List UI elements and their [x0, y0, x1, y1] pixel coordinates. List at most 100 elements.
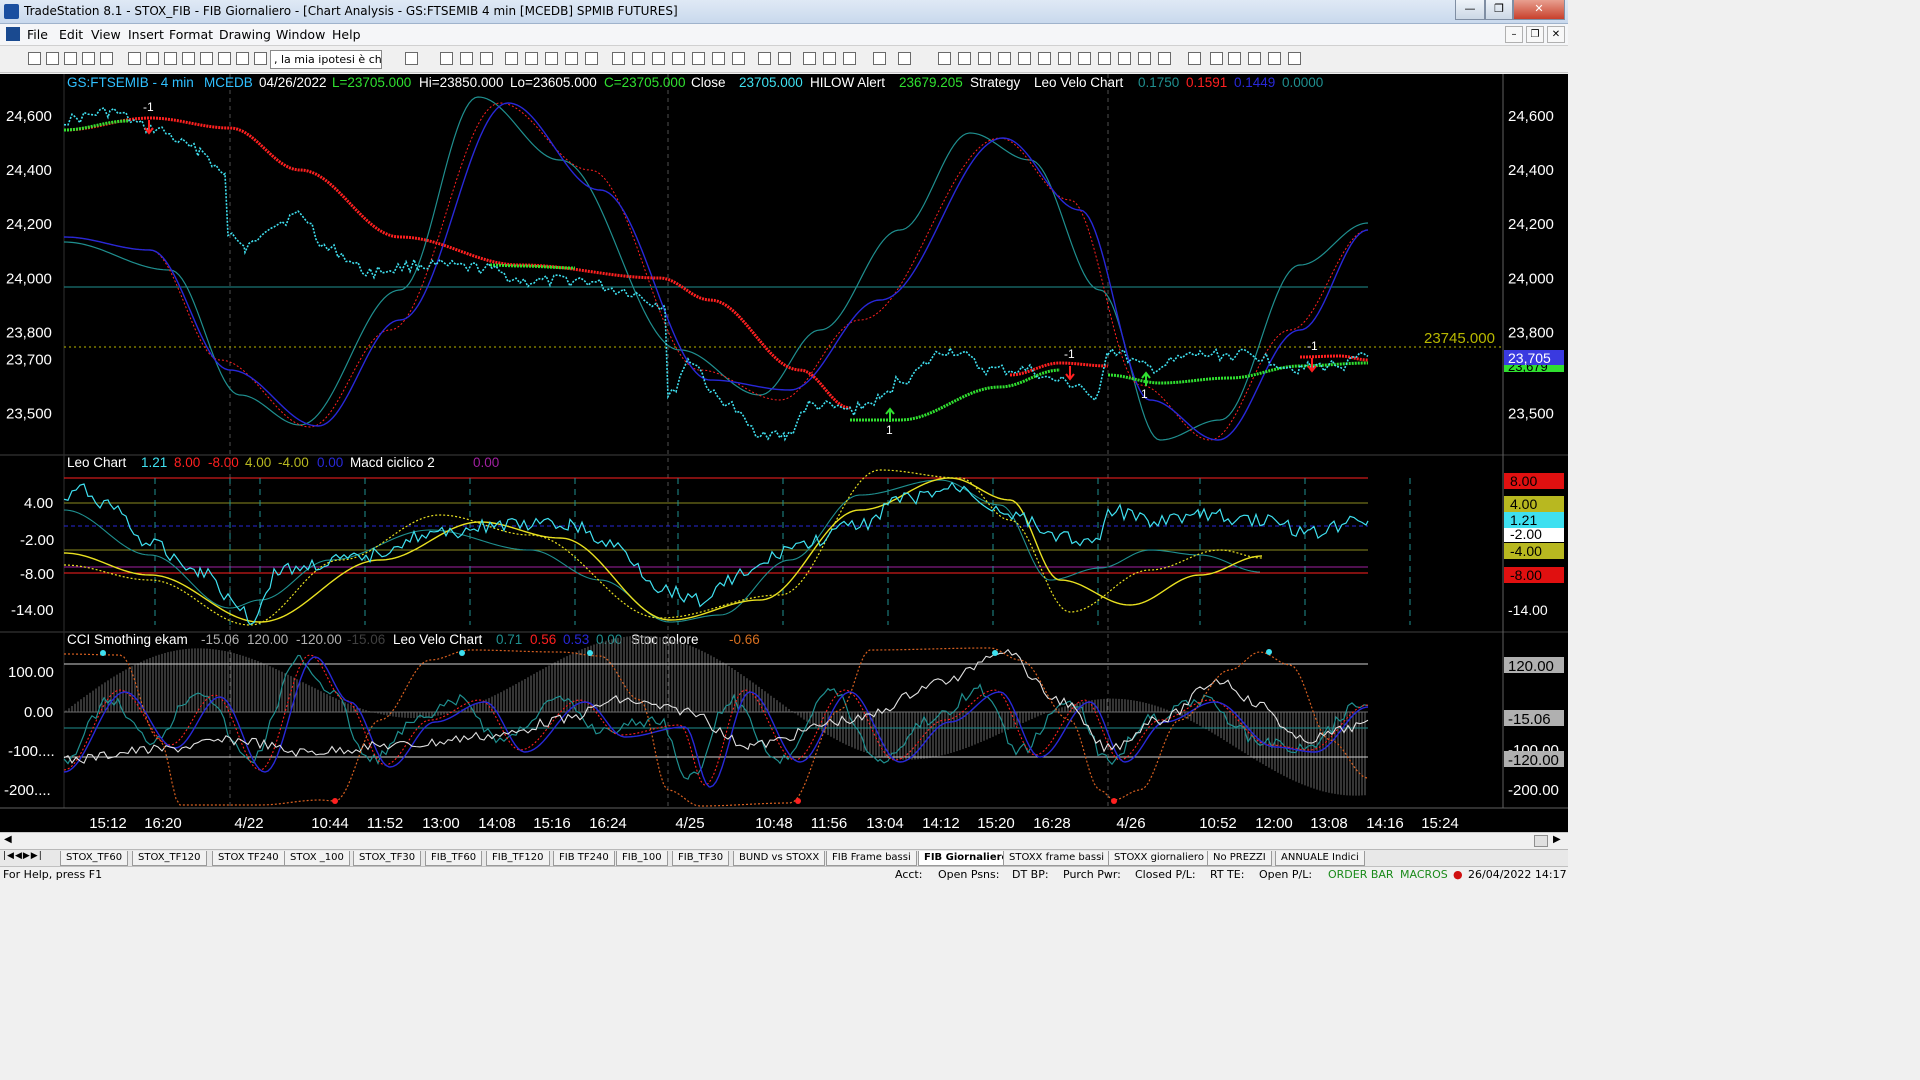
toolbar-tool-icon[interactable]	[632, 52, 645, 65]
toolbar-tool-icon[interactable]	[480, 52, 493, 65]
toolbar-tool-icon[interactable]	[1098, 52, 1111, 65]
toolbar-tool-icon[interactable]	[712, 52, 725, 65]
toolbar-tool-icon[interactable]	[612, 52, 625, 65]
toolbar-tool-icon[interactable]	[525, 52, 538, 65]
toolbar-tool-icon[interactable]	[505, 52, 518, 65]
menu-window[interactable]: Window	[276, 27, 325, 42]
header-hilow-label: HILOW Alert	[810, 75, 885, 90]
workspace-tab[interactable]: STOX_TF120	[132, 851, 207, 866]
maximize-button[interactable]: ❐	[1485, 0, 1513, 20]
toolbar-tool-icon[interactable]	[843, 52, 856, 65]
toolbar-tool-icon[interactable]	[958, 52, 971, 65]
mdi-close-button[interactable]: ✕	[1547, 26, 1565, 43]
chart-analysis-window[interactable]: GS:FTSEMIB - 4 min MCEDB 04/26/2022 L=23…	[0, 74, 1568, 834]
menu-file[interactable]: File	[27, 27, 48, 42]
toolbar-tool-icon[interactable]	[440, 52, 453, 65]
menu-format[interactable]: Format	[169, 27, 213, 42]
menu-view[interactable]: View	[91, 27, 121, 42]
workspace-tab[interactable]: FIB_TF30	[672, 851, 730, 866]
toolbar-tool-icon[interactable]	[545, 52, 558, 65]
chart-horizontal-scrollbar[interactable]: ◀ ▶	[0, 832, 1568, 849]
scroll-left-icon[interactable]: ◀	[4, 834, 12, 845]
workspace-tab[interactable]: FIB_TF60	[425, 851, 483, 866]
workspace-combo[interactable]: , la mia ipotesi è ch	[270, 50, 382, 69]
toolbar-tool-icon[interactable]	[1248, 52, 1261, 65]
toolbar-tool-icon[interactable]	[1038, 52, 1051, 65]
toolbar-tool-icon[interactable]	[732, 52, 745, 65]
toolbar-tool-icon[interactable]	[100, 52, 113, 65]
price-axis[interactable]: 24,600 24,600 24,400 24,400 24,200 24,200 24,0…	[6, 108, 1554, 423]
tab-nav-icons[interactable]: |◀◀▶▶|	[3, 851, 43, 861]
close-button[interactable]: ✕	[1513, 0, 1565, 20]
workspace-tab[interactable]: STOX_TF30	[353, 851, 422, 866]
time-axis[interactable]: 15:12 16:20 4/22 10:44 11:52 13:00 14:08 15:16 1…	[89, 815, 1459, 832]
workspace-tab[interactable]: FIB_TF120	[486, 851, 550, 866]
toolbar-tool-icon[interactable]	[405, 52, 418, 65]
toolbar-tool-icon[interactable]	[1138, 52, 1151, 65]
order-bar-button[interactable]: ORDER BAR	[1328, 868, 1394, 881]
toolbar-tool-icon[interactable]	[46, 52, 59, 65]
workspace-tab[interactable]: No PREZZI	[1207, 851, 1272, 866]
cci-axis-left: 100.00	[8, 664, 54, 681]
toolbar-tool-icon[interactable]	[164, 52, 177, 65]
menu-help[interactable]: Help	[332, 27, 361, 42]
workspace-tab[interactable]: STOXX giornaliero	[1108, 851, 1210, 866]
workspace-tab[interactable]: FIB Frame bassi	[826, 851, 917, 866]
toolbar-tool-icon[interactable]	[28, 52, 41, 65]
toolbar-tool-icon[interactable]	[1118, 52, 1131, 65]
toolbar-tool-icon[interactable]	[200, 52, 213, 65]
toolbar-tool-icon[interactable]	[1188, 52, 1201, 65]
mdi-chart-icon[interactable]	[6, 27, 20, 41]
toolbar-tool-icon[interactable]	[460, 52, 473, 65]
scroll-right-icon[interactable]: ▶	[1553, 834, 1561, 845]
toolbar-tool-icon[interactable]	[998, 52, 1011, 65]
workspace-tab[interactable]: STOXX frame bassi	[1003, 851, 1111, 866]
toolbar-tool-icon[interactable]	[652, 52, 665, 65]
mdi-minimize-button[interactable]: –	[1505, 26, 1523, 43]
toolbar-tool-icon[interactable]	[565, 52, 578, 65]
toolbar-tool-icon[interactable]	[672, 52, 685, 65]
toolbar-tool-icon[interactable]	[128, 52, 141, 65]
menu-edit[interactable]: Edit	[59, 27, 83, 42]
scroll-thumb[interactable]	[1534, 835, 1548, 847]
toolbar-tool-icon[interactable]	[898, 52, 911, 65]
menu-drawing[interactable]: Drawing	[219, 27, 271, 42]
workspace-tab[interactable]: ANNUALE Indici	[1275, 851, 1365, 866]
toolbar-tool-icon[interactable]	[692, 52, 705, 65]
toolbar-tool-icon[interactable]	[1158, 52, 1171, 65]
toolbar-tool-icon[interactable]	[82, 52, 95, 65]
toolbar-tool-icon[interactable]	[1058, 52, 1071, 65]
toolbar-tool-icon[interactable]	[758, 52, 771, 65]
workspace-tab[interactable]: FIB_100	[616, 851, 668, 866]
mdi-restore-button[interactable]: ❐	[1526, 26, 1544, 43]
workspace-tab[interactable]: STOX TF240	[212, 851, 285, 866]
toolbar-tool-icon[interactable]	[978, 52, 991, 65]
minimize-button[interactable]: —	[1455, 0, 1485, 20]
toolbar-tool-icon[interactable]	[1078, 52, 1091, 65]
workspace-tab[interactable]: FIB TF240	[553, 851, 615, 866]
toolbar-tool-icon[interactable]	[938, 52, 951, 65]
workspace-tab[interactable]: STOX _100	[284, 851, 350, 866]
workspace-tab[interactable]: STOX_TF60	[60, 851, 129, 866]
toolbar-tool-icon[interactable]	[778, 52, 791, 65]
toolbar-tool-icon[interactable]	[803, 52, 816, 65]
toolbar-tool-icon[interactable]	[823, 52, 836, 65]
macros-button[interactable]: MACROS	[1400, 868, 1448, 881]
toolbar-tool-icon[interactable]	[873, 52, 886, 65]
toolbar-tool-icon[interactable]	[1018, 52, 1031, 65]
toolbar-tool-icon[interactable]	[1288, 52, 1301, 65]
toolbar-tool-icon[interactable]	[146, 52, 159, 65]
toolbar-tool-icon[interactable]	[585, 52, 598, 65]
toolbar-tool-icon[interactable]	[1210, 52, 1223, 65]
toolbar-tool-icon[interactable]	[236, 52, 249, 65]
toolbar-tool-icon[interactable]	[218, 52, 231, 65]
workspace-tab[interactable]: FIB Giornaliero	[918, 851, 1015, 866]
toolbar-tool-icon[interactable]	[1268, 52, 1281, 65]
app-icon	[4, 4, 19, 19]
toolbar-tool-icon[interactable]	[254, 52, 267, 65]
menu-insert[interactable]: Insert	[128, 27, 164, 42]
toolbar-tool-icon[interactable]	[64, 52, 77, 65]
workspace-tab[interactable]: BUND vs STOXX	[733, 851, 826, 866]
toolbar-tool-icon[interactable]	[1228, 52, 1241, 65]
toolbar-tool-icon[interactable]	[182, 52, 195, 65]
